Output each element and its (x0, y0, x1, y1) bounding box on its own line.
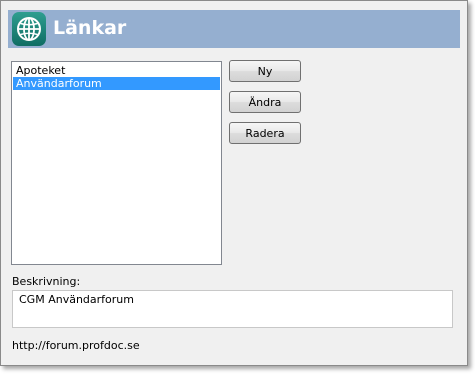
new-button[interactable]: Ny (229, 60, 301, 82)
description-field[interactable]: CGM Användarforum (12, 290, 453, 328)
links-dialog: Länkar Apoteket Användarforum Ny Ändra R… (0, 0, 468, 366)
description-label: Beskrivning: (12, 275, 81, 288)
list-item-anvandarforum[interactable]: Användarforum (13, 77, 220, 90)
list-item-apoteket[interactable]: Apoteket (13, 64, 220, 77)
url-text: http://forum.profdoc.se (12, 339, 140, 352)
delete-button[interactable]: Radera (229, 122, 301, 144)
globe-icon (12, 12, 46, 46)
page-title: Länkar (53, 17, 127, 39)
edit-button[interactable]: Ändra (229, 91, 301, 113)
links-list[interactable]: Apoteket Användarforum (11, 61, 222, 265)
header-bar: Länkar (8, 10, 460, 48)
